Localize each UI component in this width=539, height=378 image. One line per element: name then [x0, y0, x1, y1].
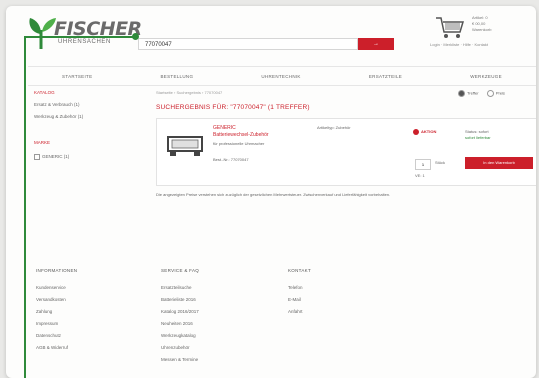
- sort-options: Treffer Preis: [458, 90, 505, 97]
- footer-link[interactable]: E-Mail: [288, 297, 368, 303]
- footer-link[interactable]: Kundenservice: [36, 285, 116, 291]
- sidebar-brand-title: MARKE: [34, 140, 51, 145]
- sort-option-label: Preis: [495, 90, 505, 96]
- availability-status: sofort lieferbar: [465, 135, 491, 140]
- checkbox[interactable]: [34, 154, 40, 160]
- main-nav: STARTSEITE BESTELLUNG UHRENTECHNIK ERSAT…: [28, 66, 536, 86]
- quantity-field[interactable]: 1: [415, 159, 431, 170]
- cart-meta-line: Warenkorb: [472, 27, 492, 32]
- guide-dot: [132, 33, 139, 40]
- sidebar-filter-item[interactable]: Ersatz & Verbrauch (1): [34, 102, 80, 107]
- nav-item[interactable]: UHRENTECHNIK: [261, 74, 300, 79]
- promo-label: AKTION: [421, 129, 437, 135]
- product-title[interactable]: GENERIC Batteriewechsel-Zubehör: [213, 125, 269, 139]
- pack-label: VE: 1: [415, 173, 425, 178]
- footer-link[interactable]: Katalog 2016/2017: [161, 309, 241, 315]
- cart-summary[interactable]: Artikel: 0 € 00,00 Warenkorb: [472, 15, 491, 33]
- footer-link[interactable]: Impressum: [36, 321, 116, 327]
- footer-link[interactable]: Anfahrt: [288, 309, 368, 315]
- footer-column-title: SERVICE & FAQ: [161, 268, 200, 273]
- nav-item[interactable]: STARTSEITE: [62, 74, 92, 79]
- sort-radio[interactable]: [458, 90, 465, 97]
- utility-links[interactable]: Login · Merkliste · Hilfe · Kontakt: [430, 42, 488, 47]
- footer-column-title: INFORMATIONEN: [36, 268, 78, 273]
- footer-link[interactable]: Versandkosten: [36, 297, 116, 303]
- product-subtitle: Batteriewechsel-Zubehör: [213, 132, 269, 138]
- promo-badge: AKTION: [413, 129, 436, 135]
- footer-column: KONTAKT Telefon E-Mail Anfahrt: [288, 268, 368, 321]
- add-to-cart-button[interactable]: In den Warenkorb: [465, 157, 533, 169]
- footer-link[interactable]: Ersatzteilsuche: [161, 285, 241, 291]
- promo-badge-icon: [413, 129, 419, 135]
- footer-column-title: KONTAKT: [288, 268, 312, 273]
- price-note: Die angezeigten Preise verstehen sich zu…: [156, 192, 391, 197]
- cart-icon[interactable]: [434, 14, 466, 40]
- guide-line-horizontal: [24, 36, 136, 38]
- nav-item[interactable]: WERKZEUGE: [470, 74, 502, 79]
- sidebar-filter-title: KATALOG: [34, 90, 55, 95]
- footer-link[interactable]: AGB & Widerruf: [36, 345, 116, 351]
- footer-link[interactable]: Neuheiten 2016: [161, 321, 241, 327]
- product-description: für professionelle Uhrmacher: [213, 141, 265, 146]
- page: FISCHER UHRENSACHEN 77070047 → Artikel: …: [6, 6, 536, 378]
- quantity-unit: Stück: [435, 160, 446, 165]
- search-input[interactable]: 77070047: [138, 38, 358, 50]
- sort-radio[interactable]: [486, 90, 494, 97]
- footer-link[interactable]: Batterieliste 2016: [161, 297, 241, 303]
- footer-link[interactable]: Werkzeugkatalog: [161, 333, 241, 339]
- sidebar-brand-label: GENERIC (1): [42, 154, 70, 160]
- footer-link[interactable]: Messen & Termine: [161, 357, 241, 363]
- sidebar-brand-item[interactable]: GENERIC (1): [34, 154, 69, 160]
- footer-column: INFORMATIONEN Kundenservice Versandkoste…: [36, 268, 116, 357]
- footer-link[interactable]: Datenschutz: [36, 333, 116, 339]
- footer-link[interactable]: Zahlung: [36, 309, 116, 315]
- brand-logo[interactable]: FISCHER UHRENSACHEN: [28, 16, 142, 49]
- results-heading: SUCHERGEBNIS FÜR: "77070047" (1 TREFFER): [156, 104, 310, 111]
- product-name: GENERIC: [213, 125, 236, 131]
- footer-link[interactable]: Telefon: [288, 285, 368, 291]
- product-type: Artikeltyp: Zubehör: [317, 125, 351, 130]
- footer-link[interactable]: Uhrenzubehör: [161, 345, 241, 351]
- availability: Status: sofort sofort lieferbar: [465, 129, 491, 141]
- product-card: GENERIC Batteriewechsel-Zubehör für prof…: [156, 118, 536, 186]
- product-article-number: Best.-Nr.: 77070047: [213, 157, 249, 162]
- product-thumbnail[interactable]: [165, 129, 205, 161]
- sidebar-filter-item[interactable]: Werkzeug & Zubehör (1): [34, 114, 83, 119]
- footer-column: SERVICE & FAQ Ersatzteilsuche Batterieli…: [161, 268, 241, 369]
- breadcrumb[interactable]: Startseite › Suchergebnis › 77070047: [156, 90, 222, 95]
- search-button[interactable]: →: [358, 38, 394, 50]
- sort-option-label: Treffer: [467, 90, 479, 96]
- guide-line-vertical: [24, 36, 26, 378]
- nav-item[interactable]: ERSATZTEILE: [369, 74, 402, 79]
- nav-item[interactable]: BESTELLUNG: [161, 74, 194, 79]
- brand-tagline: UHRENSACHEN: [58, 39, 111, 45]
